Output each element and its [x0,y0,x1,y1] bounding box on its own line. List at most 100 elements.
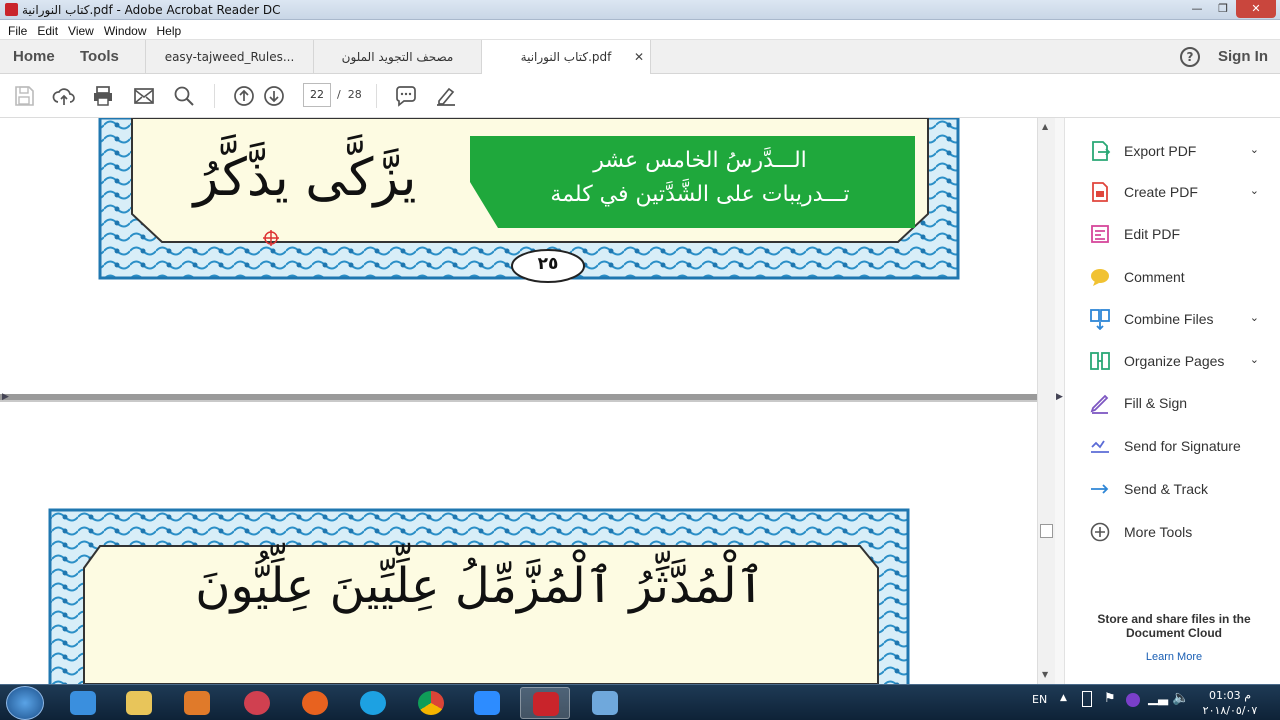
toolbar-separator [214,84,215,108]
menu-window[interactable]: Window [99,21,152,41]
taskbar-skype[interactable] [348,687,398,719]
send-signature-icon [1091,440,1109,453]
help-icon[interactable]: ? [1180,47,1200,67]
media-player-icon [184,691,210,715]
panel-splitter[interactable]: ▶ [1055,118,1064,684]
tool-edit-pdf[interactable]: Edit PDF [1089,222,1275,246]
toolbar: 22 / 28 [0,74,1280,118]
taskbar-firefox[interactable] [290,687,340,719]
window-title: كتاب النورانية.pdf - Adobe Acrobat Reade… [22,3,281,17]
home-tab[interactable]: Home [13,48,55,65]
sign-in-button[interactable]: Sign In [1218,48,1268,65]
tool-create-pdf[interactable]: Create PDF ⌄ [1089,180,1275,204]
combine-files-icon [1090,309,1110,330]
page-total: / 28 [337,88,362,101]
previous-page-icon[interactable] [232,84,256,108]
clock-time[interactable]: 01:03 م [1200,689,1260,702]
chevron-down-icon[interactable]: ⌄ [1250,311,1259,324]
chevron-down-icon[interactable]: ⌄ [1250,143,1259,156]
menu-help[interactable]: Help [152,21,187,41]
tool-export-pdf[interactable]: Export PDF ⌄ [1089,139,1275,163]
scrollbar-thumb[interactable] [1040,524,1053,538]
tool-fill-sign[interactable]: Fill & Sign [1089,391,1275,415]
show-hidden-icons-icon[interactable]: ▲ [1060,693,1067,703]
more-tools-icon [1090,522,1110,542]
taskbar-zoom[interactable] [462,687,512,719]
create-pdf-icon [1092,182,1108,202]
taskbar-media-player[interactable] [172,687,222,719]
page-number-label: ٢٥ [537,254,559,274]
taskbar-chrome[interactable] [406,687,456,719]
document-cloud-promo: Store and share files in the Document Cl… [1097,612,1251,640]
tool-send-track[interactable]: Send & Track [1089,477,1275,501]
taskbar-app[interactable] [232,687,282,719]
email-icon[interactable] [132,84,156,108]
tray-app-icon[interactable] [1126,693,1140,707]
vertical-scrollbar[interactable]: ▲ ▼ [1037,118,1055,684]
tool-combine-files[interactable]: Combine Files ⌄ [1089,307,1275,331]
export-pdf-icon [1092,141,1111,161]
doc-tab-label: easy-tajweed_Rules... [164,50,295,64]
edit-pdf-icon [1091,225,1109,243]
chevron-down-icon[interactable]: ⌄ [1250,353,1259,366]
lesson-banner-subtitle: تـــدريبات على الشَّدَّتين في كلمة [550,182,850,207]
tools-tab[interactable]: Tools [80,48,119,65]
expand-left-panel-icon[interactable]: ▶ [2,392,9,402]
menu-bar: File Edit View Window Help [0,20,1280,40]
tool-send-for-signature[interactable]: Send for Signature [1089,434,1275,458]
send-track-icon [1091,484,1109,494]
chrome-icon [418,691,444,715]
menu-edit[interactable]: Edit [32,21,63,41]
menu-file[interactable]: File [3,21,32,41]
app-icon [244,691,270,715]
tool-comment[interactable]: Comment [1089,265,1275,289]
tab-bar: Home Tools easy-tajweed_Rules... مصحف ال… [0,40,1280,75]
highlight-pen-icon[interactable] [434,84,458,108]
print-icon[interactable] [91,84,115,108]
close-button[interactable]: ✕ [1236,0,1276,18]
close-tab-icon[interactable]: ✕ [634,40,644,74]
organize-pages-icon [1090,352,1110,370]
save-icon[interactable] [12,84,36,108]
chevron-down-icon[interactable]: ⌄ [1250,184,1259,197]
internet-explorer-icon [70,691,96,715]
acrobat-app-icon [5,3,18,16]
search-icon[interactable] [172,84,196,108]
next-page-icon[interactable] [262,84,286,108]
menu-view[interactable]: View [63,21,99,41]
acrobat-icon [533,692,559,716]
title-bar: كتاب النورانية.pdf - Adobe Acrobat Reade… [0,0,1280,20]
maximize-button[interactable]: ❐ [1210,0,1236,18]
document-view[interactable]: الـــدَّرسُ الخامس عشر تـــدريبات على ال… [0,118,1037,684]
comment-icon[interactable] [394,84,418,108]
minimize-button[interactable]: — [1184,0,1210,18]
learn-more-link[interactable]: Learn More [1079,651,1269,663]
page-number-input[interactable]: 22 [303,83,331,107]
fill-sign-icon [1090,394,1109,414]
comment-icon [1091,269,1109,286]
doc-tab-nooraniya[interactable]: كتاب النورانية.pdf ✕ [481,40,651,75]
windows-taskbar: EN ▲ ⚑ ▁▃ 🔈 01:03 م ٢٠١٨/٠٥/٠٧ [0,684,1280,720]
tool-more-tools[interactable]: More Tools [1089,520,1275,544]
doc-tab-easy-tajweed[interactable]: easy-tajweed_Rules... [145,40,313,74]
lesson-banner-title: الـــدَّرسُ الخامس عشر [593,148,807,173]
scroll-up-icon[interactable]: ▲ [1042,122,1048,131]
battery-icon[interactable] [1082,691,1092,707]
doc-tab-label: مصحف التجويد الملون [341,50,454,64]
taskbar-file-explorer[interactable] [114,687,164,719]
language-indicator[interactable]: EN [1032,693,1047,706]
tool-organize-pages[interactable]: Organize Pages ⌄ [1089,349,1275,373]
start-button[interactable] [6,686,44,720]
clock-date[interactable]: ٢٠١٨/٠٥/٠٧ [1196,704,1264,717]
taskbar-acrobat[interactable] [520,687,570,719]
collapse-panel-icon[interactable]: ▶ [1056,392,1063,402]
taskbar-screen-app[interactable] [580,687,630,719]
doc-tab-mushaf[interactable]: مصحف التجويد الملون [313,40,481,74]
scroll-down-icon[interactable]: ▼ [1042,670,1048,679]
volume-icon[interactable]: 🔈 [1172,690,1189,706]
tools-pane: Export PDF ⌄ Create PDF ⌄ Edit PDF Comme… [1064,118,1280,684]
flag-icon[interactable]: ⚑ [1104,691,1116,706]
taskbar-internet-explorer[interactable] [58,687,108,719]
network-signal-icon[interactable]: ▁▃ [1148,691,1168,706]
upload-cloud-icon[interactable] [52,84,76,108]
